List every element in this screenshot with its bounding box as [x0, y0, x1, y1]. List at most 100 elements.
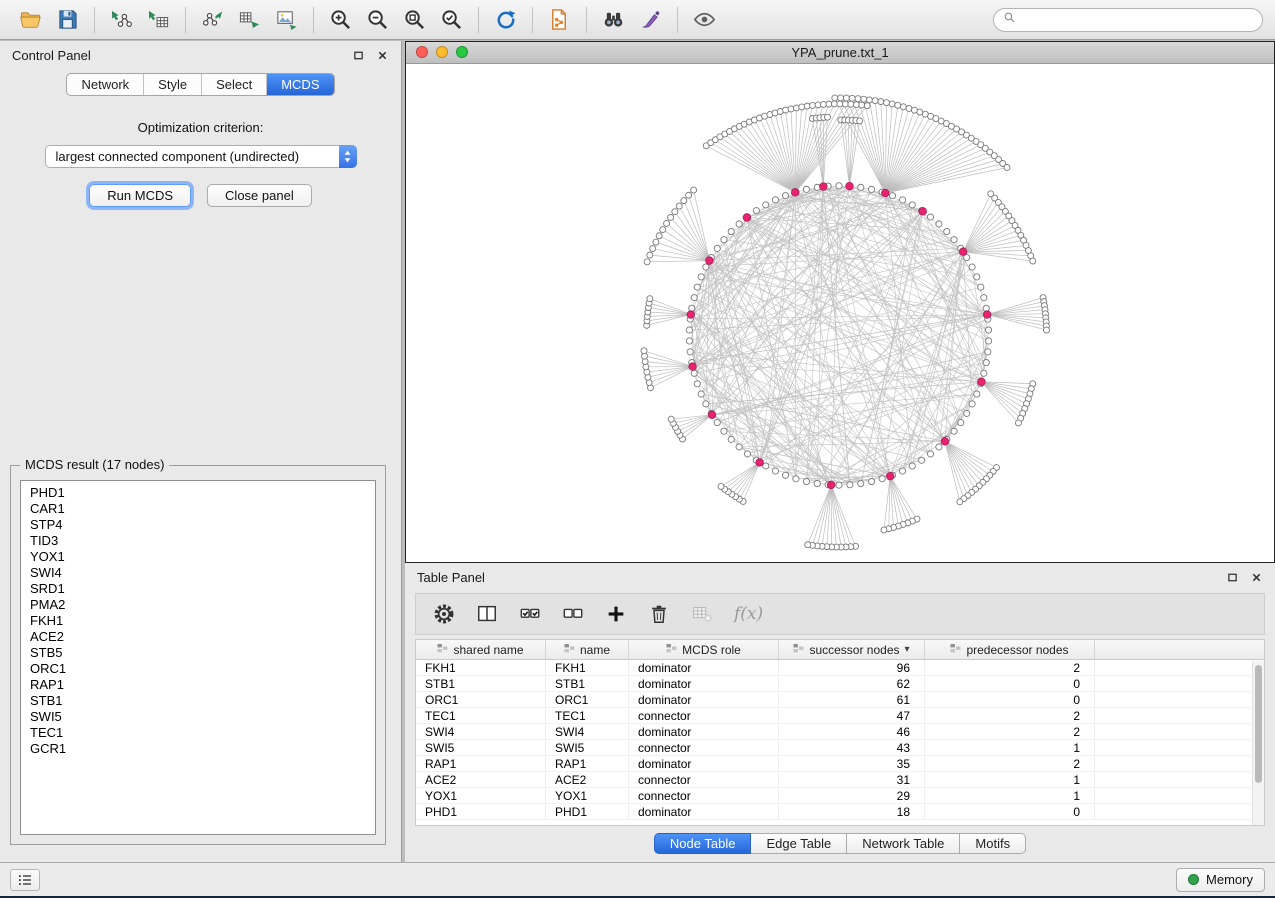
tab-select[interactable]: Select	[201, 74, 266, 95]
table-cell: connector	[629, 788, 779, 803]
run-mcds-button[interactable]: Run MCDS	[89, 184, 191, 207]
mcds-result-item[interactable]: GCR1	[21, 741, 375, 757]
zoom-in-icon[interactable]	[322, 4, 359, 36]
binoculars-icon[interactable]	[595, 4, 632, 36]
show-hide-icon[interactable]	[686, 4, 723, 36]
tab-node-table[interactable]: Node Table	[654, 833, 752, 854]
column-type-icon	[437, 643, 448, 657]
delete-column-trash-icon[interactable]	[648, 603, 670, 625]
mcds-result-item[interactable]: STP4	[21, 517, 375, 533]
memory-button[interactable]: Memory	[1176, 868, 1265, 892]
open-file-icon[interactable]	[12, 4, 49, 36]
annotation-icon[interactable]	[632, 4, 669, 36]
table-scrollbar-thumb[interactable]	[1255, 665, 1262, 783]
control-panel-header: Control Panel	[0, 41, 401, 69]
tab-mcds[interactable]: MCDS	[266, 74, 333, 95]
table-panel-tabs: Node TableEdge TableNetwork TableMotifs	[405, 833, 1275, 854]
table-scrollbar[interactable]	[1252, 661, 1264, 825]
optimization-criterion-dropdown[interactable]: largest connected component (undirected)	[45, 145, 357, 168]
network-window-titlebar: YPA_prune.txt_1	[406, 42, 1274, 64]
control-panel: Control Panel NetworkStyleSelectMCDS Opt…	[0, 41, 402, 862]
mcds-result-item[interactable]: STB1	[21, 693, 375, 709]
search-input[interactable]	[1021, 11, 1253, 28]
network-canvas[interactable]	[406, 64, 1274, 562]
tab-edge-table[interactable]: Edge Table	[751, 833, 847, 854]
table-cell: TEC1	[546, 708, 629, 723]
mcds-result-item[interactable]: ORC1	[21, 661, 375, 677]
memory-label: Memory	[1206, 872, 1253, 887]
export-network-icon[interactable]	[194, 4, 231, 36]
tab-motifs[interactable]: Motifs	[960, 833, 1026, 854]
close-table-panel-icon[interactable]	[1249, 570, 1263, 584]
network-window-title: YPA_prune.txt_1	[791, 45, 888, 60]
refresh-icon[interactable]	[487, 4, 524, 36]
table-row[interactable]: SWI4SWI4dominator462	[416, 724, 1264, 740]
table-row[interactable]: FKH1FKH1dominator962	[416, 660, 1264, 676]
tab-network[interactable]: Network	[67, 74, 143, 95]
mcds-result-item[interactable]: STB5	[21, 645, 375, 661]
search-box[interactable]	[993, 8, 1263, 32]
zoom-selected-icon[interactable]	[433, 4, 470, 36]
export-table-icon[interactable]	[231, 4, 268, 36]
table-cell: connector	[629, 708, 779, 723]
toolbar-icon-groups	[12, 4, 723, 36]
mcds-result-item[interactable]: YOX1	[21, 549, 375, 565]
table-row[interactable]: STB1STB1dominator620	[416, 676, 1264, 692]
mcds-result-item[interactable]: SWI4	[21, 565, 375, 581]
import-table-icon[interactable]	[140, 4, 177, 36]
mcds-result-item[interactable]: FKH1	[21, 613, 375, 629]
table-header-row: shared namenameMCDS rolesuccessor nodes▾…	[416, 640, 1264, 660]
show-columns-icon[interactable]	[476, 603, 498, 625]
table-cell: 47	[779, 708, 925, 723]
select-all-rows-icon[interactable]	[519, 603, 541, 625]
table-row[interactable]: TEC1TEC1connector472	[416, 708, 1264, 724]
save-session-icon[interactable]	[49, 4, 86, 36]
mcds-result-item[interactable]: PHD1	[21, 485, 375, 501]
table-cell: dominator	[629, 804, 779, 819]
column-header-successor-nodes[interactable]: successor nodes▾	[779, 640, 925, 659]
mcds-result-item[interactable]: TID3	[21, 533, 375, 549]
tab-network-table[interactable]: Network Table	[847, 833, 960, 854]
table-cell: SWI5	[416, 740, 546, 755]
table-row[interactable]: ORC1ORC1dominator610	[416, 692, 1264, 708]
zoom-fit-icon[interactable]	[396, 4, 433, 36]
zoom-out-icon[interactable]	[359, 4, 396, 36]
mcds-result-item[interactable]: RAP1	[21, 677, 375, 693]
column-header-MCDS-role[interactable]: MCDS role	[629, 640, 779, 659]
float-table-panel-icon[interactable]	[1225, 570, 1239, 584]
mcds-result-item[interactable]: ACE2	[21, 629, 375, 645]
table-settings-gear-icon[interactable]	[433, 603, 455, 625]
status-menu-icon[interactable]	[10, 869, 40, 891]
table-cell: 1	[925, 740, 1095, 755]
mcds-result-item[interactable]: TEC1	[21, 725, 375, 741]
table-row[interactable]: PHD1PHD1dominator180	[416, 804, 1264, 820]
add-column-icon[interactable]	[605, 603, 627, 625]
table-row[interactable]: ACE2ACE2connector311	[416, 772, 1264, 788]
table-row[interactable]: YOX1YOX1connector291	[416, 788, 1264, 804]
close-window-icon[interactable]	[416, 46, 428, 58]
table-cell-filler	[1095, 756, 1264, 771]
tab-style[interactable]: Style	[143, 74, 201, 95]
maximize-window-icon[interactable]	[456, 46, 468, 58]
column-header-shared-name[interactable]: shared name	[416, 640, 546, 659]
share-document-icon[interactable]	[541, 4, 578, 36]
minimize-window-icon[interactable]	[436, 46, 448, 58]
table-row[interactable]: SWI5SWI5connector431	[416, 740, 1264, 756]
close-panel-icon[interactable]	[375, 48, 389, 62]
table-cell: dominator	[629, 676, 779, 691]
deselect-all-rows-icon[interactable]	[562, 603, 584, 625]
mcds-result-item[interactable]: SWI5	[21, 709, 375, 725]
column-header-predecessor-nodes[interactable]: predecessor nodes	[925, 640, 1095, 659]
mcds-result-item[interactable]: SRD1	[21, 581, 375, 597]
mcds-result-item[interactable]: PMA2	[21, 597, 375, 613]
column-type-icon	[793, 643, 804, 657]
close-panel-button[interactable]: Close panel	[207, 184, 312, 207]
table-row[interactable]: RAP1RAP1dominator352	[416, 756, 1264, 772]
table-cell: STB1	[416, 676, 546, 691]
column-header-name[interactable]: name	[546, 640, 629, 659]
import-network-icon[interactable]	[103, 4, 140, 36]
float-panel-icon[interactable]	[351, 48, 365, 62]
mcds-result-item[interactable]: CAR1	[21, 501, 375, 517]
export-image-icon[interactable]	[268, 4, 305, 36]
table-cell: ORC1	[416, 692, 546, 707]
